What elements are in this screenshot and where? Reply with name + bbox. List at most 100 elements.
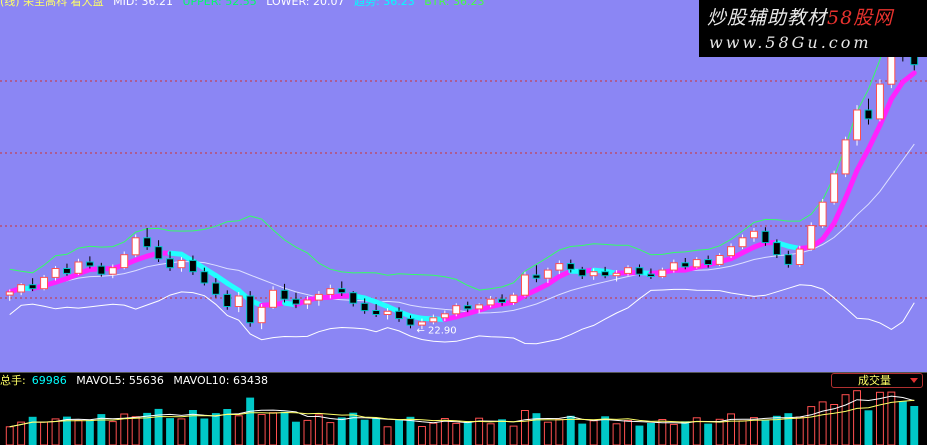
trend-value: 趋势: 36.23 — [354, 0, 415, 8]
volume-bar — [704, 423, 713, 445]
volume-bar — [864, 410, 873, 445]
trend-segment — [843, 167, 860, 201]
candle — [246, 291, 255, 327]
volume-bar — [578, 423, 587, 445]
candle — [372, 304, 381, 318]
volume-bar — [200, 418, 209, 445]
volume-bar — [658, 419, 667, 445]
volume-bar — [246, 397, 255, 445]
volume-tab-label: 成交量 — [858, 374, 891, 387]
volume-bar — [772, 415, 781, 445]
candle-body — [452, 305, 461, 315]
candle — [818, 198, 827, 229]
candle-body — [727, 246, 735, 257]
candle-body — [692, 259, 701, 268]
candle-body — [715, 255, 724, 265]
volume-bar — [74, 420, 83, 445]
candle — [727, 243, 735, 258]
candle — [521, 271, 529, 297]
mid-value: MID: 36.21 — [113, 0, 173, 8]
volume-bar — [108, 421, 117, 445]
candle — [349, 291, 358, 307]
candle-body — [578, 268, 587, 277]
candle — [280, 283, 289, 303]
candle-body — [532, 274, 541, 279]
candle — [429, 314, 438, 325]
candle-body — [337, 288, 346, 294]
candle — [17, 283, 26, 296]
candle-body — [349, 292, 358, 304]
upper-value: UPPER: 52.55 — [182, 0, 257, 8]
candle — [738, 234, 747, 250]
candle-body — [807, 225, 816, 250]
candle — [864, 98, 873, 125]
candle-body — [864, 109, 873, 120]
candle-body — [292, 298, 300, 305]
candle-body — [314, 293, 323, 301]
volume-bar — [463, 421, 472, 445]
volume-bar — [681, 421, 690, 445]
candle-body — [63, 268, 71, 274]
low-price-label: ← 22.90 — [416, 325, 456, 336]
volume-bar — [383, 426, 392, 445]
volume-bar — [452, 422, 461, 445]
volume-bar — [475, 417, 484, 445]
candle — [692, 257, 701, 269]
candle-body — [521, 274, 529, 296]
volume-indicator-selector[interactable]: 成交量 — [831, 373, 923, 388]
candle-body — [211, 282, 220, 295]
volume-bar — [738, 420, 747, 445]
volume-bar — [807, 406, 816, 445]
candle — [28, 278, 37, 292]
volume-bar — [887, 391, 896, 445]
candle-body — [658, 269, 667, 278]
volume-bar — [818, 401, 827, 445]
volume-bar — [337, 417, 346, 445]
btr-value: BTR: 36.23 — [424, 0, 485, 8]
watermark-url: www.58Gu.com — [709, 33, 872, 52]
price-pane: ← 22.90 (线) 荣至高科 看大盘 MID: 36.21 UPPER: 5… — [0, 0, 927, 372]
candle-body — [257, 306, 266, 324]
volume-bar — [51, 418, 60, 445]
volume-bar — [429, 422, 438, 445]
candle-body — [189, 259, 197, 273]
volume-bar — [555, 419, 564, 445]
candle — [555, 260, 564, 275]
lower-value: LOWER: 20.07 — [266, 0, 345, 8]
candle — [532, 265, 541, 283]
watermark-brand: 58股网 — [827, 7, 894, 29]
candle — [63, 263, 71, 276]
volume-bar — [898, 401, 907, 445]
candle-body — [841, 139, 850, 175]
candle — [795, 245, 804, 267]
candle — [647, 268, 655, 279]
volume-bar — [715, 418, 724, 445]
candle — [97, 262, 106, 277]
volume-bar — [509, 425, 518, 445]
candle-body — [17, 284, 26, 293]
candle — [876, 79, 884, 122]
candle-body — [876, 83, 884, 120]
candle-body — [143, 237, 152, 248]
volume-bar — [418, 426, 426, 445]
candle-body — [601, 271, 610, 277]
volume-bar — [211, 413, 220, 445]
candle-body — [406, 318, 415, 326]
candle — [131, 234, 140, 258]
candle — [841, 136, 850, 178]
candle-body — [566, 263, 575, 270]
candle — [761, 227, 770, 246]
candle-body — [738, 237, 747, 248]
candle-body — [97, 265, 106, 275]
candle-body — [246, 295, 255, 324]
volume-bar — [372, 417, 381, 445]
candle-body — [372, 310, 381, 315]
candle-body — [704, 259, 713, 266]
watermark-title: 炒股辅助教材58股网 — [707, 3, 893, 30]
volume-bar — [234, 415, 243, 445]
volume-bar — [326, 422, 335, 445]
candle-body — [647, 273, 655, 278]
volume-bar — [589, 420, 598, 445]
candle-body — [131, 237, 140, 256]
candle-body — [509, 294, 518, 304]
